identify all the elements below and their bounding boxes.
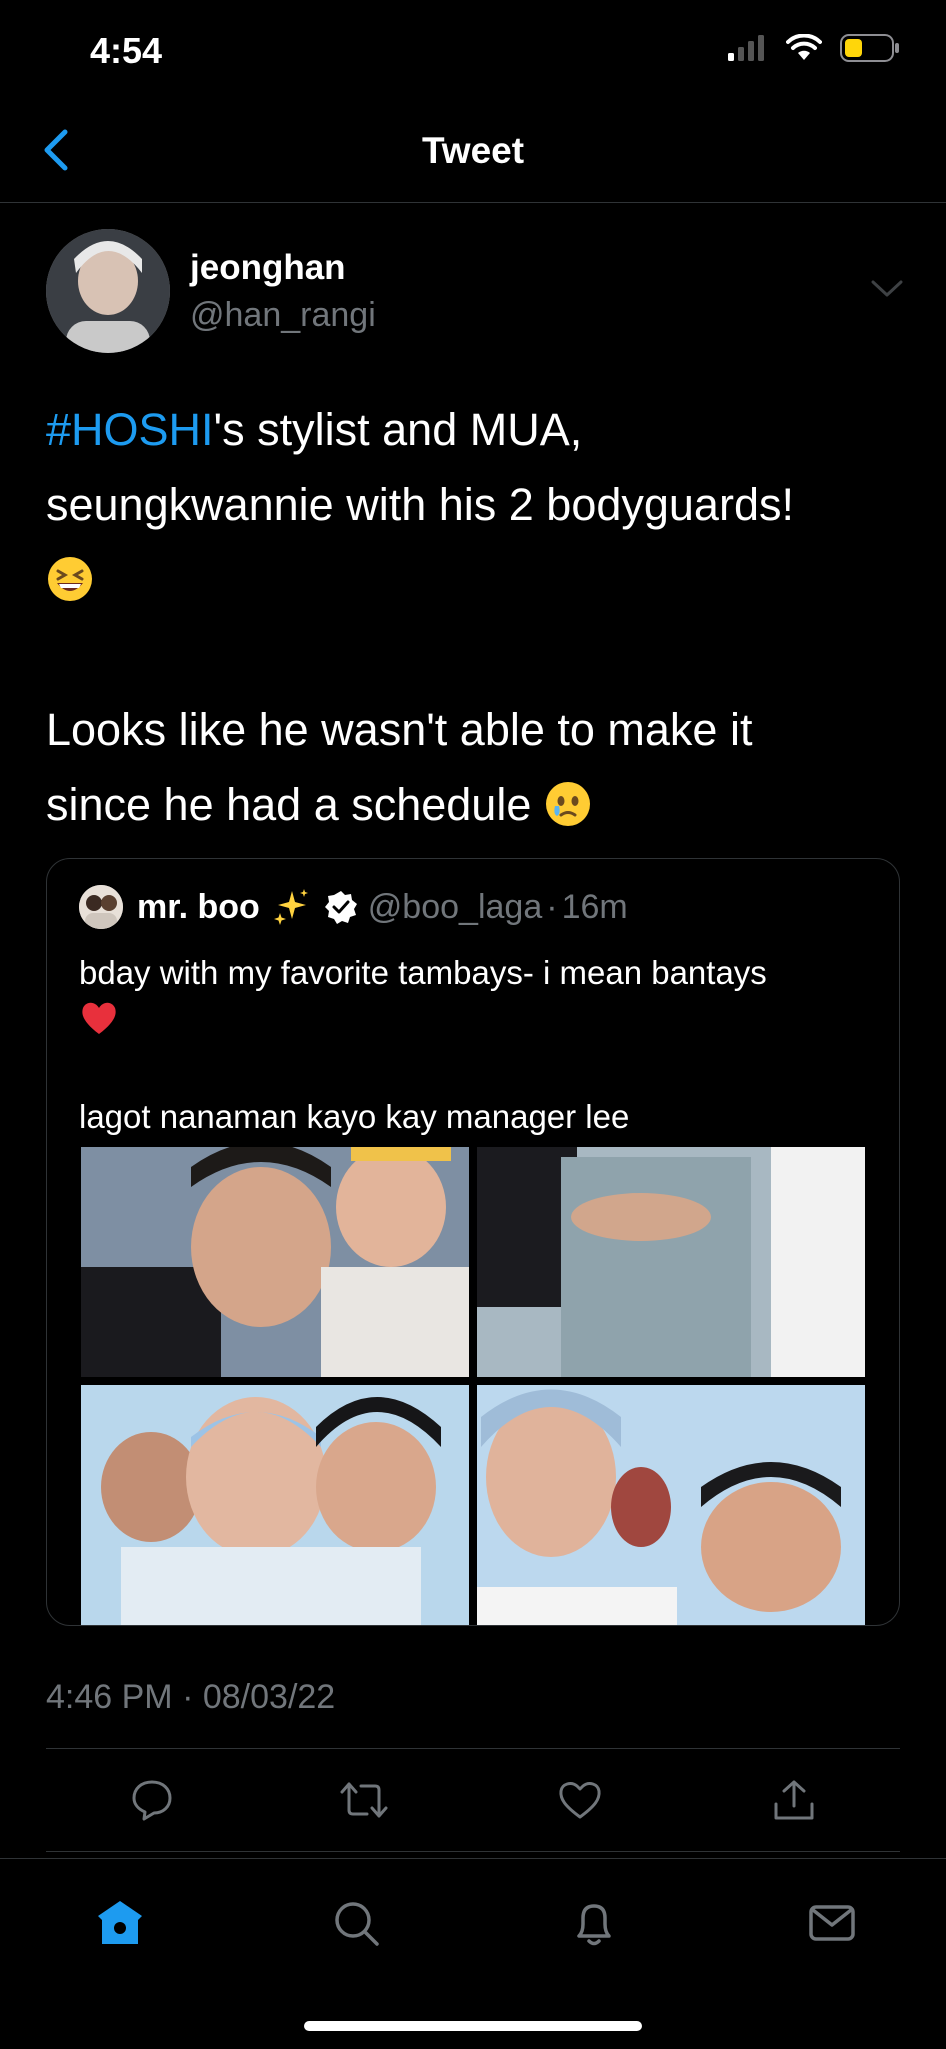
tweet-line-2: seungkwannie with his 2 bodyguards! <box>46 479 794 530</box>
like-icon <box>559 1782 601 1819</box>
tweet-timestamp: 4:46 PM · 08/03/22 <box>46 1678 335 1717</box>
quoted-header: mr. boo @boo_laga · 16m <box>137 887 628 927</box>
tweet-time: 4:46 PM <box>46 1678 173 1716</box>
cellular-signal-icon <box>728 35 764 61</box>
reply-icon <box>132 1780 172 1821</box>
face-holding-back-tears-icon <box>545 782 590 826</box>
red-heart-icon <box>82 1002 116 1034</box>
sparkles-icon <box>273 889 308 925</box>
quoted-author-name[interactable]: mr. boo <box>137 888 260 927</box>
quoted-separator: · <box>546 887 558 926</box>
author-handle[interactable]: @han_rangi <box>190 296 376 335</box>
tweet-line-1: #HOSHI's stylist and MUA, <box>46 392 906 467</box>
photo-2[interactable] <box>477 1147 865 1377</box>
like-button[interactable] <box>550 1770 610 1830</box>
quoted-line-1: bday with my favorite tambays- i mean ba… <box>79 954 767 991</box>
tweet-text: #HOSHI's stylist and MUA, seungkwannie w… <box>46 392 906 842</box>
tab-notifications[interactable] <box>564 1893 624 1953</box>
tab-bar <box>0 1858 946 2049</box>
author-name[interactable]: jeonghan <box>190 248 346 288</box>
share-button[interactable] <box>764 1770 824 1830</box>
tweet-line-3 <box>46 542 906 617</box>
reply-button[interactable] <box>122 1770 182 1830</box>
quoted-line-blank <box>79 1045 879 1093</box>
quoted-author-handle[interactable]: @boo_laga <box>368 888 542 927</box>
avatar[interactable] <box>46 229 170 353</box>
status-icons <box>728 34 900 62</box>
tab-home[interactable] <box>90 1893 150 1953</box>
tweet-actions <box>0 1770 946 1830</box>
divider <box>46 1748 900 1749</box>
hashtag-link[interactable]: #HOSHI <box>46 404 214 455</box>
status-bar: 4:54 <box>0 0 946 100</box>
quoted-age: 16m <box>561 887 628 926</box>
retweet-button[interactable] <box>334 1770 394 1830</box>
grinning-squinting-face-icon <box>48 557 92 601</box>
chevron-down-icon[interactable] <box>870 278 904 300</box>
notifications-icon <box>577 1904 611 1946</box>
tweet-line-5-text: since he had a schedule <box>46 779 532 830</box>
quoted-tweet[interactable]: mr. boo @boo_laga · 16m bday with my fav… <box>46 858 900 1626</box>
photo-4[interactable] <box>477 1385 865 1625</box>
search-icon <box>335 1902 379 1946</box>
page-title: Tweet <box>421 130 525 171</box>
battery-icon <box>840 34 899 62</box>
status-time: 4:54 <box>90 30 163 71</box>
avatar-image <box>46 229 170 353</box>
messages-icon <box>809 1905 855 1941</box>
quoted-line-2 <box>79 997 879 1045</box>
tweet-date: 08/03/22 <box>202 1678 336 1716</box>
divider <box>46 1851 900 1852</box>
tab-messages[interactable] <box>802 1893 862 1953</box>
quoted-text: bday with my favorite tambays- i mean ba… <box>79 949 879 1141</box>
photo-3[interactable] <box>81 1385 469 1625</box>
quoted-line-3: lagot nanaman kayo kay manager lee <box>79 1098 630 1135</box>
verified-badge-icon <box>324 891 357 924</box>
tweet-line-1-text: 's stylist and MUA, <box>213 404 583 455</box>
wifi-icon <box>786 34 822 60</box>
tweet-line-5: since he had a schedule <box>46 767 906 842</box>
photo-1[interactable] <box>81 1147 469 1377</box>
quoted-media-grid[interactable] <box>81 1147 865 1625</box>
nav-bar: Tweet <box>0 100 946 203</box>
tweet-meta-separator: · <box>182 1678 194 1716</box>
tweet-line-4: Looks like he wasn't able to make it <box>46 704 753 755</box>
quoted-avatar-image <box>79 885 123 929</box>
quoted-avatar[interactable] <box>79 885 123 929</box>
share-icon <box>774 1780 814 1820</box>
home-icon <box>98 1901 142 1944</box>
home-indicator[interactable] <box>304 2021 642 2031</box>
retweet-icon <box>340 1782 388 1818</box>
tab-search[interactable] <box>326 1893 386 1953</box>
